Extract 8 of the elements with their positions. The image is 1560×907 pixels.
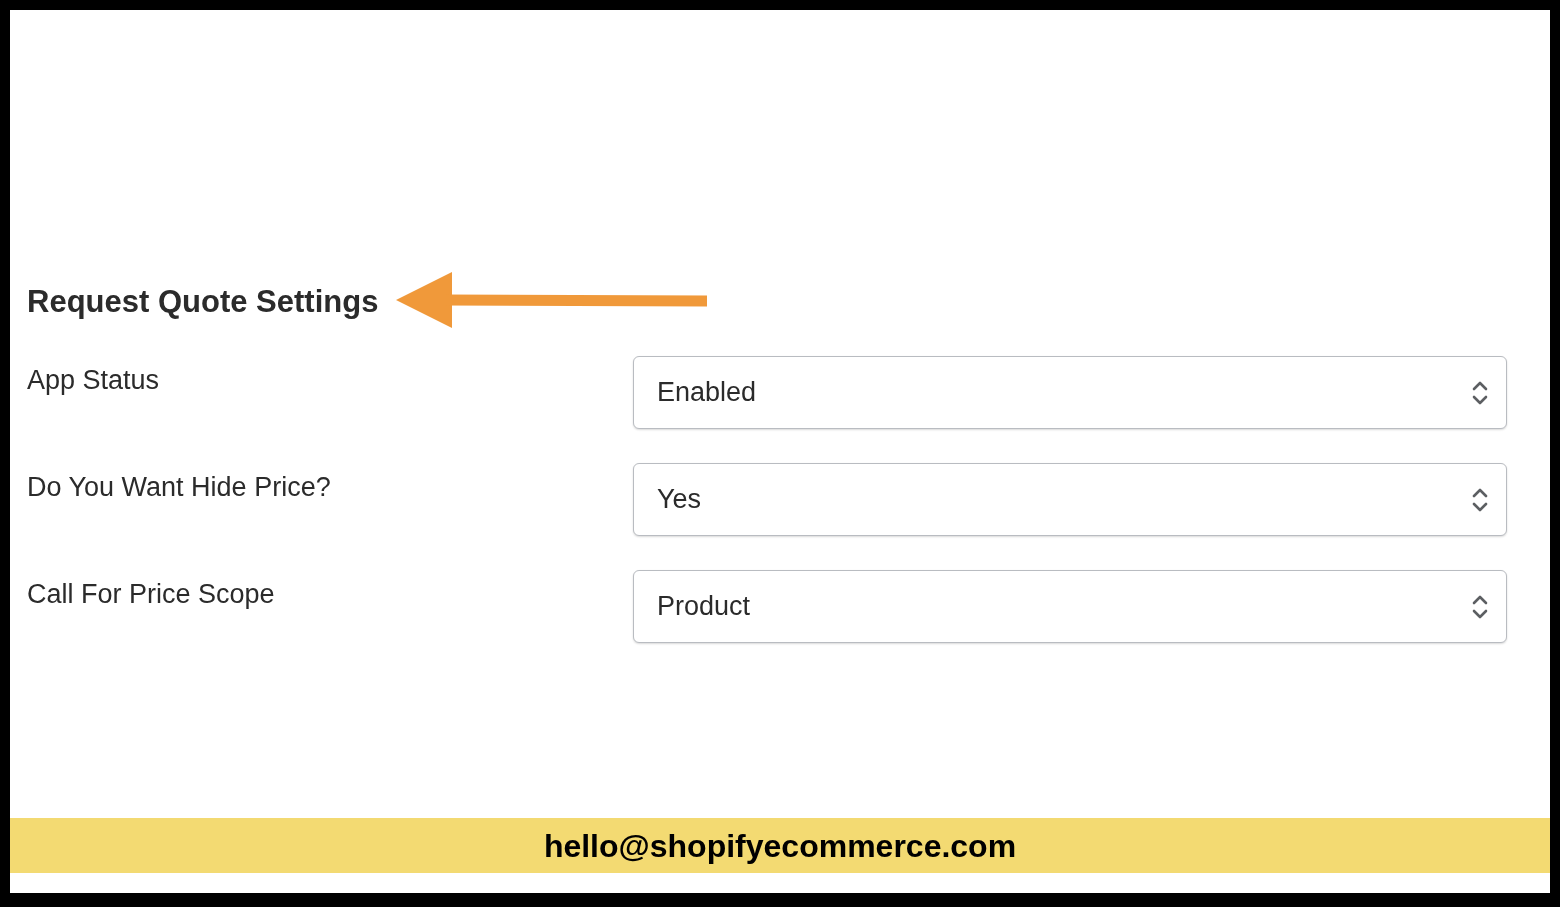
section-heading: Request Quote Settings bbox=[27, 283, 379, 321]
select-field[interactable]: Yes bbox=[633, 463, 1507, 536]
email-address: hello@shopifyecommerce.com bbox=[543, 826, 1017, 866]
select-field[interactable]: Product bbox=[633, 570, 1507, 643]
field-label: Do You Want Hide Price? bbox=[27, 471, 332, 504]
field-label: App Status bbox=[27, 364, 161, 397]
select-field[interactable]: Enabled bbox=[633, 356, 1507, 429]
field-label: Call For Price Scope bbox=[27, 578, 276, 611]
